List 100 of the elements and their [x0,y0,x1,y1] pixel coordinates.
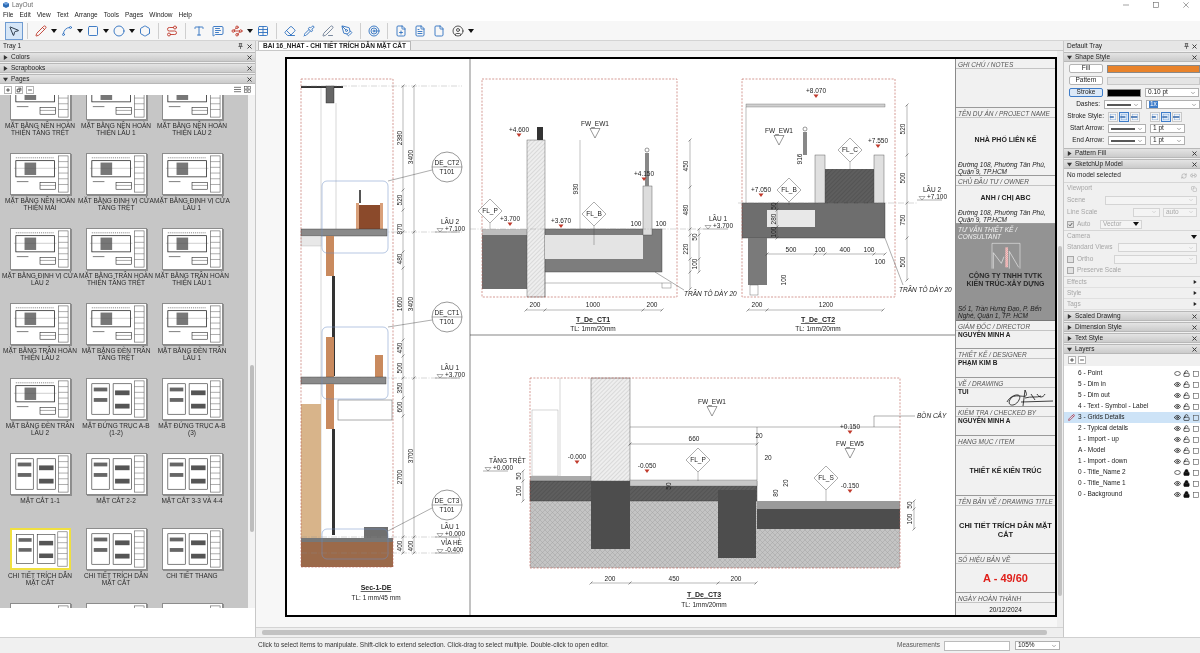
open-lock-icon[interactable] [1183,392,1190,399]
color-swatch[interactable] [1107,88,1141,97]
eye-icon[interactable] [1174,403,1181,410]
caret-down-icon[interactable] [1133,222,1139,226]
open-lock-icon[interactable] [1183,425,1190,432]
select-tool[interactable] [5,21,23,40]
measurements-field[interactable] [944,640,1010,651]
plus-icon[interactable] [1068,356,1076,364]
caret-down-icon[interactable] [77,28,83,33]
caret-down-icon[interactable] [468,28,474,33]
eye-icon[interactable] [1174,436,1181,443]
open-lock-icon[interactable] [1183,403,1190,410]
close-icon[interactable] [1192,54,1197,60]
maximize-icon[interactable] [1153,2,1159,8]
close-icon[interactable] [247,76,252,82]
open-lock-icon[interactable] [1183,381,1190,388]
close-icon[interactable] [1192,43,1197,49]
close-icon[interactable] [1192,150,1197,156]
page-thumbnail[interactable] [161,153,223,195]
nodes-icon [231,24,243,37]
pin-icon[interactable] [1184,43,1189,49]
text-icon [193,24,205,37]
page-thumbnail[interactable] [85,528,147,570]
page-thumbnail[interactable] [9,303,71,345]
eye-icon[interactable] [1174,491,1181,498]
page-thumbnail[interactable] [161,228,223,270]
page-thumbnail[interactable] [85,228,147,270]
page-thumbnail[interactable] [85,453,147,495]
page-thumbnail[interactable] [161,378,223,420]
eye-icon[interactable] [1174,381,1181,388]
page-thumbnail[interactable] [9,453,71,495]
close-icon[interactable] [247,65,252,71]
page-thumbnail[interactable] [161,453,223,495]
close-icon[interactable] [1192,346,1197,352]
duplicate-icon[interactable] [15,85,23,94]
lock-icon[interactable] [1183,480,1190,487]
scrollbar-thumb[interactable] [249,365,254,532]
line-style-dropdown[interactable] [1108,124,1146,133]
elevation-marker-icon [516,133,522,137]
triangle-marker-icon [844,448,856,459]
close-icon[interactable] [247,54,252,60]
oval-icon[interactable] [1174,470,1181,475]
lock-icon[interactable] [1183,491,1190,498]
caret-down-icon[interactable] [129,28,135,33]
pen-nib-icon [341,24,353,37]
page-thumbnail[interactable] [9,228,71,270]
page-thumbnail[interactable] [85,303,147,345]
open-lock-icon[interactable] [1183,458,1190,465]
line-join-icon[interactable] [1150,111,1160,122]
close-icon[interactable] [1192,313,1197,319]
speech-bubble-icon [212,24,224,37]
line-cap-icon[interactable] [1130,111,1140,122]
elevation-marker-icon [875,144,881,148]
line-join-icon[interactable] [1172,111,1182,122]
page-thumbnail[interactable] [161,303,223,345]
eye-icon[interactable] [1174,425,1181,432]
caret-down-icon[interactable] [247,28,253,33]
list-view-icon[interactable] [234,86,241,93]
grid-view-icon[interactable] [244,86,251,93]
close-icon[interactable] [1192,335,1197,341]
page-thumbnail[interactable] [85,153,147,195]
close-icon[interactable] [1192,161,1197,167]
pen-icon [322,24,334,37]
triangle-marker-icon [706,406,718,417]
oval-icon[interactable] [1174,371,1181,376]
line-style-dropdown[interactable] [1108,136,1146,145]
diamond-tag [685,447,711,473]
eye-icon[interactable] [1174,458,1181,465]
line-join-icon[interactable] [1161,111,1171,122]
page-thumbnail[interactable] [9,378,71,420]
close-icon[interactable] [1192,324,1197,330]
line-cap-icon[interactable] [1108,111,1118,122]
scrollbar-thumb[interactable] [1058,246,1062,596]
open-lock-icon[interactable] [1183,436,1190,443]
pin-icon[interactable] [238,43,243,49]
caret-down-icon[interactable] [51,28,57,33]
page-thumbnail[interactable] [9,153,71,195]
caret-down-icon[interactable] [1191,234,1197,239]
open-lock-icon[interactable] [1183,447,1190,454]
lock-icon[interactable] [1183,469,1190,476]
elevation-marker-icon [813,94,819,98]
eye-icon[interactable] [1174,414,1181,421]
plus-icon[interactable] [4,85,12,94]
path-icon [166,24,178,37]
pattern-swatch[interactable] [1107,76,1200,85]
leader-line [654,271,685,291]
close-icon[interactable] [247,43,252,49]
line-cap-icon[interactable] [1119,111,1129,122]
open-lock-icon[interactable] [1183,370,1190,377]
eye-icon[interactable] [1174,447,1181,454]
dimension-line [697,227,701,274]
page-thumbnail[interactable] [85,378,147,420]
eye-icon[interactable] [1174,392,1181,399]
eye-icon[interactable] [1174,480,1181,487]
caret-down-icon[interactable] [103,28,109,33]
color-swatch[interactable] [1107,64,1200,73]
page-thumbnail[interactable] [161,528,223,570]
open-lock-icon[interactable] [1183,414,1190,421]
line-style-dropdown[interactable] [1104,100,1142,109]
scrollbar-thumb[interactable] [262,629,1047,635]
